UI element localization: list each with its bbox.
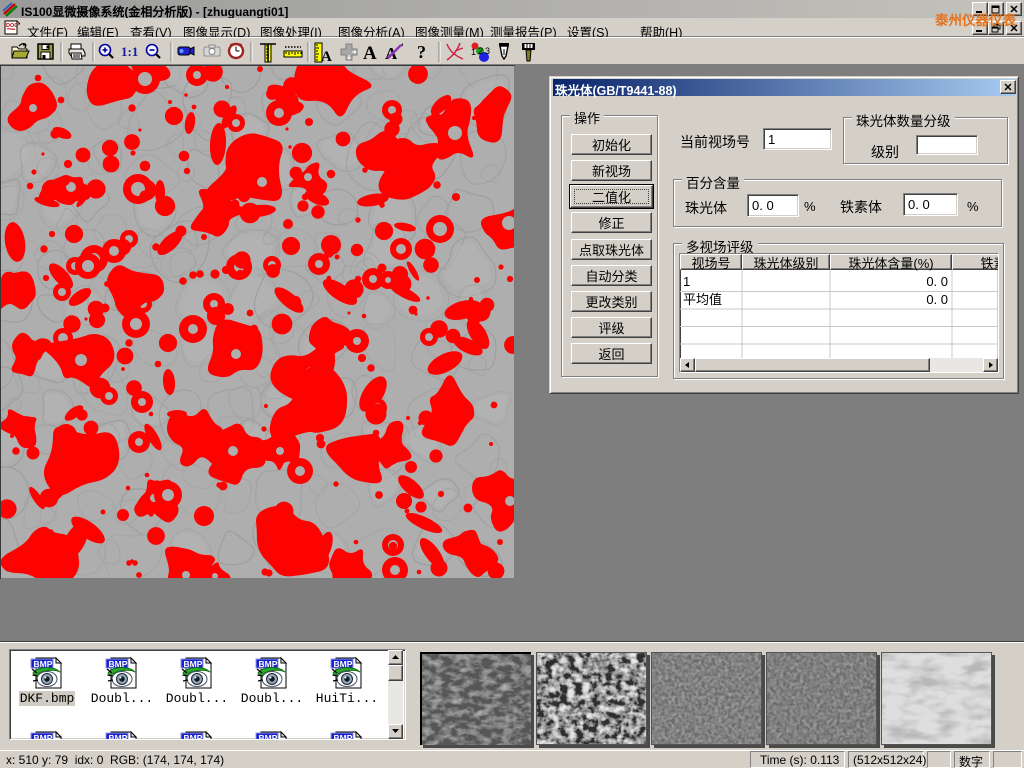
svg-text:A: A (363, 43, 377, 64)
svg-text:1: 1 (683, 274, 690, 289)
svg-text:平均值: 平均值 (683, 292, 722, 307)
svg-text:?: ? (417, 42, 426, 62)
svg-text:1: 1 (471, 47, 476, 57)
svg-text:0. 0: 0. 0 (926, 274, 948, 289)
svg-text:3: 3 (485, 46, 490, 56)
svg-text:BMP: BMP (109, 733, 128, 740)
svg-text:0. 0: 0. 0 (926, 292, 948, 307)
svg-text:1:1: 1:1 (121, 44, 138, 59)
svg-text:BMP: BMP (34, 733, 53, 740)
svg-text:DOC: DOC (6, 23, 18, 29)
svg-text:BMP: BMP (184, 733, 203, 740)
svg-text:BMP: BMP (259, 733, 278, 740)
svg-text:2: 2 (478, 46, 483, 56)
svg-text:A: A (321, 49, 332, 65)
svg-text:BMP: BMP (334, 733, 353, 740)
